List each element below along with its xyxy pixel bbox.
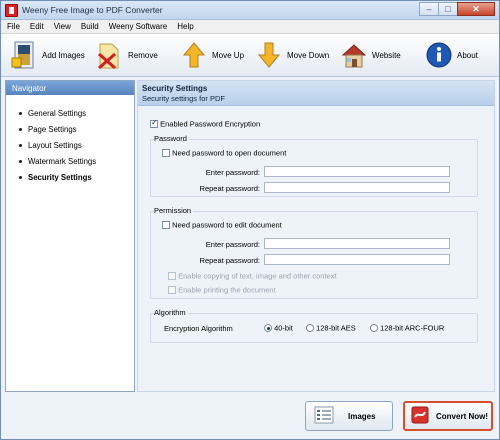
arrow-up-icon: [181, 40, 207, 70]
nav-item-label: General Settings: [28, 108, 87, 118]
move-down-button[interactable]: Move Down: [256, 40, 329, 70]
info-icon: [426, 40, 452, 70]
open-repeat-password-label: Repeat password:: [199, 184, 260, 193]
menu-help[interactable]: Help: [177, 22, 193, 31]
menu-view[interactable]: View: [54, 22, 71, 31]
images-button[interactable]: Images: [305, 401, 393, 431]
algorithm-option-label: 128-bit AES: [316, 323, 356, 333]
bullet-icon: [19, 127, 22, 131]
algorithm-option-128-bit-arc-four[interactable]: 128-bit ARC-FOUR: [370, 323, 444, 333]
need-password-open-row: Need password to open document: [162, 148, 286, 158]
menu-file[interactable]: File: [7, 22, 20, 31]
enable-printing-row: Enable printing the document: [168, 285, 276, 295]
add-images-button[interactable]: Add Images: [11, 40, 85, 70]
nav-item-label: Page Settings: [28, 124, 77, 134]
panel-header: Security Settings Security settings for …: [138, 81, 494, 106]
open-repeat-password-input[interactable]: [264, 182, 450, 193]
move-down-label: Move Down: [287, 50, 330, 60]
nav-item-page-settings[interactable]: Page Settings: [19, 121, 134, 137]
edit-repeat-password-label: Repeat password:: [199, 256, 260, 265]
arrow-down-icon: [256, 40, 282, 70]
open-enter-password-input[interactable]: [264, 166, 450, 177]
nav-item-general-settings[interactable]: General Settings: [19, 105, 134, 121]
nav-item-label: Watermark Settings: [28, 156, 97, 166]
menu-bar: File Edit View Build Weeny Software Help: [1, 20, 499, 34]
app-pdf-icon: [5, 4, 18, 17]
open-enter-password-label: Enter password:: [205, 168, 260, 177]
enable-printing-label: Enable printing the document: [178, 285, 276, 295]
radio-128-bit-aes[interactable]: [306, 324, 314, 333]
need-password-open-label: Need password to open document: [172, 148, 287, 158]
enable-encryption-label: Enabled Password Encryption: [160, 119, 261, 129]
enable-copying-row: Enable copying of text, image and other …: [168, 271, 337, 281]
nav-item-watermark-settings[interactable]: Watermark Settings: [19, 153, 134, 169]
remove-label: Remove: [128, 50, 158, 60]
close-button[interactable]: ✕: [457, 2, 495, 16]
need-password-open-checkbox[interactable]: [162, 149, 170, 158]
nav-item-security-settings[interactable]: Security Settings: [19, 169, 134, 185]
nav-item-layout-settings[interactable]: Layout Settings: [19, 137, 134, 153]
permission-group-title: Permission: [154, 206, 194, 215]
nav-item-label: Layout Settings: [28, 140, 82, 150]
window-title: Weeny Free Image to PDF Converter: [22, 5, 163, 15]
enable-encryption-checkbox[interactable]: [150, 118, 158, 129]
menu-weeny-software[interactable]: Weeny Software: [109, 22, 168, 31]
password-group-title: Password: [154, 134, 189, 143]
edit-repeat-password-input[interactable]: [264, 254, 450, 265]
move-up-label: Move Up: [212, 50, 245, 60]
menu-build[interactable]: Build: [81, 22, 99, 31]
minimize-button[interactable]: –: [419, 2, 439, 16]
algorithm-option-label: 128-bit ARC-FOUR: [380, 323, 445, 333]
nav-item-label: Security Settings: [28, 172, 92, 182]
enable-printing-checkbox[interactable]: [168, 286, 176, 295]
images-button-label: Images: [348, 411, 376, 421]
image-list-icon: [314, 406, 334, 426]
bullet-icon: [19, 111, 22, 115]
radio-40-bit[interactable]: [264, 324, 272, 333]
encryption-algorithm-label: Encryption Algorithm: [164, 324, 233, 333]
add-images-label: Add Images: [42, 50, 85, 60]
navigator-title: Navigator: [6, 81, 134, 95]
about-button[interactable]: About: [426, 40, 478, 70]
security-settings-panel: Security Settings Security settings for …: [137, 80, 495, 392]
add-images-icon: [11, 40, 37, 70]
navigator-panel: Navigator General Settings Page Settings…: [5, 80, 135, 392]
bullet-icon: [19, 175, 22, 179]
algorithm-option-128-bit-aes[interactable]: 128-bit AES: [306, 323, 356, 333]
need-password-edit-checkbox[interactable]: [162, 221, 170, 230]
menu-edit[interactable]: Edit: [30, 22, 44, 31]
app-window: Weeny Free Image to PDF Converter – □ ✕ …: [0, 0, 500, 440]
page-title: Security Settings: [142, 84, 208, 93]
page-subtitle: Security settings for PDF: [142, 94, 225, 103]
need-password-edit-label: Need password to edit document: [172, 220, 282, 230]
bottom-bar: Images Convert Now!: [1, 394, 499, 439]
radio-128-bit-arc-four[interactable]: [370, 324, 378, 333]
enable-encryption-row: Enabled Password Encryption: [150, 118, 261, 129]
convert-now-button[interactable]: Convert Now!: [403, 401, 493, 431]
convert-now-label: Convert Now!: [436, 411, 488, 421]
need-password-edit-row: Need password to edit document: [162, 220, 282, 230]
enable-copying-checkbox[interactable]: [168, 272, 176, 281]
bullet-icon: [19, 159, 22, 163]
about-label: About: [457, 50, 478, 60]
maximize-button[interactable]: □: [438, 2, 458, 16]
algorithm-option-label: 40-bit: [274, 323, 293, 333]
convert-pdf-icon: [410, 405, 430, 427]
algorithm-option-40-bit[interactable]: 40-bit: [264, 323, 293, 333]
window-controls: – □ ✕: [419, 2, 495, 17]
edit-enter-password-label: Enter password:: [205, 240, 260, 249]
remove-button[interactable]: Remove: [97, 40, 158, 70]
website-label: Website: [372, 50, 401, 60]
website-button[interactable]: Website: [341, 40, 401, 70]
remove-icon: [97, 40, 123, 70]
edit-enter-password-input[interactable]: [264, 238, 450, 249]
algorithm-group-title: Algorithm: [154, 308, 188, 317]
enable-copying-label: Enable copying of text, image and other …: [178, 271, 337, 281]
navigator-list: General Settings Page Settings Layout Se…: [6, 95, 134, 185]
move-up-button[interactable]: Move Up: [181, 40, 244, 70]
toolbar: Add Images Remove Move Up Move Down Webs…: [1, 34, 499, 77]
title-bar: Weeny Free Image to PDF Converter – □ ✕: [1, 1, 499, 20]
bullet-icon: [19, 143, 22, 147]
home-icon: [341, 40, 367, 70]
